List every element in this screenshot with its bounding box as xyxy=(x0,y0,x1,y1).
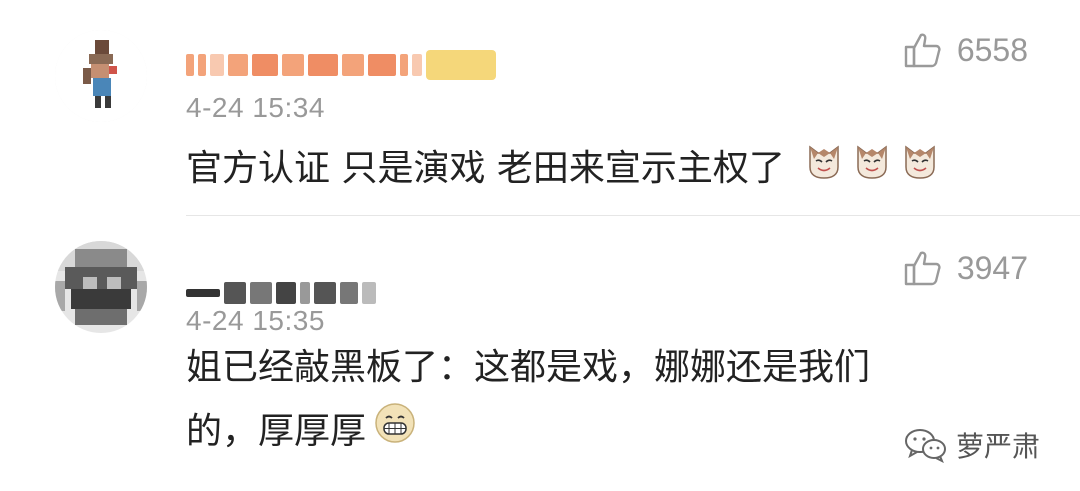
like-count: 6558 xyxy=(956,31,1028,68)
watermark: 萝严肃 xyxy=(904,425,1040,465)
avatar[interactable] xyxy=(55,30,147,122)
like-count: 3947 xyxy=(956,249,1028,286)
wechat-icon xyxy=(904,427,948,463)
timestamp: 4-24 15:34 xyxy=(186,92,325,123)
comment-list: 4-24 15:34 6558 官方认证 只是演戏 老田来宣示主权了 4-24 … xyxy=(0,0,1080,491)
cat-face-icon xyxy=(804,138,844,202)
avatar[interactable] xyxy=(55,241,147,333)
watermark-label: 萝严肃 xyxy=(955,430,1040,463)
like-button[interactable]: 6558 xyxy=(903,30,1028,70)
username-pixelated[interactable] xyxy=(186,45,500,85)
comment-item: 4-24 15:34 6558 官方认证 只是演戏 老田来宣示主权了 xyxy=(0,0,1080,216)
thumbs-up-icon xyxy=(903,248,943,288)
comment-text: 姐已经敲黑板了：这都是戏，娜娜还是我们 的，厚厚厚 xyxy=(186,336,1026,465)
like-button[interactable]: 3947 xyxy=(903,248,1028,288)
thumbs-up-icon xyxy=(903,30,943,70)
comment-text-content: 的，厚厚厚 xyxy=(186,411,367,452)
comment-text-line: 姐已经敲黑板了：这都是戏，娜娜还是我们 xyxy=(186,347,871,388)
grinning-face-icon xyxy=(374,401,416,465)
cat-face-icon xyxy=(852,138,892,202)
comment-text-content: 官方认证 只是演戏 老田来宣示主权了 xyxy=(186,148,785,189)
comment-text: 官方认证 只是演戏 老田来宣示主权了 xyxy=(186,137,1026,202)
timestamp: 4-24 15:35 xyxy=(186,305,325,336)
cat-face-icon xyxy=(900,138,940,202)
comment-text-line-2: 的，厚厚厚 xyxy=(186,400,1026,465)
